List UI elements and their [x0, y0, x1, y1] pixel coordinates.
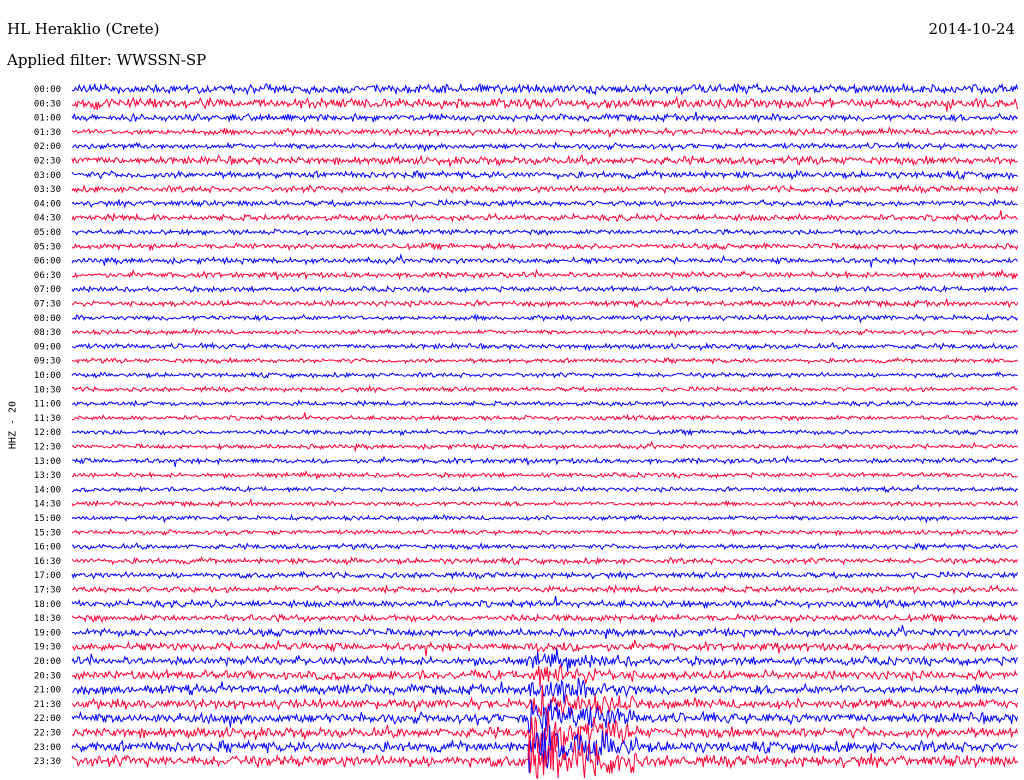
trace-row	[71, 198, 1018, 209]
trace-row	[71, 513, 1018, 524]
row-label: 20:30	[34, 671, 61, 681]
trace-row	[71, 82, 1019, 96]
row-label: 03:00	[34, 171, 61, 181]
row-label: 21:00	[34, 686, 61, 696]
row-label: 15:00	[34, 514, 61, 524]
trace-row	[71, 111, 1018, 124]
trace-row	[71, 556, 1019, 567]
trace-row	[71, 440, 1018, 453]
row-label: 11:30	[34, 414, 61, 424]
trace-row	[71, 570, 1019, 581]
helicorder-plot: 00:00 00:30 01:00 01:30 02:00 02:30 03:00 03:30…	[34, 82, 1019, 779]
row-label: 12:30	[34, 443, 61, 453]
trace-row	[71, 126, 1018, 138]
row-label: 07:00	[34, 285, 61, 295]
row-label: 16:00	[34, 543, 61, 553]
trace-row	[71, 595, 1019, 610]
trace-row	[71, 612, 1018, 624]
trace-row	[71, 664, 1018, 687]
trace-row	[71, 528, 1018, 537]
trace-row	[71, 169, 1018, 181]
trace-row	[71, 141, 1018, 152]
row-label: 20:00	[34, 657, 61, 667]
trace-row	[71, 412, 1019, 422]
traces	[71, 82, 1019, 779]
trace-row	[71, 153, 1018, 169]
trace-row	[71, 371, 1018, 380]
row-labels: 00:00 00:30 01:00 01:30 02:00 02:30 03:00 03:30…	[34, 85, 61, 767]
row-label: 10:00	[34, 371, 61, 381]
row-label: 23:30	[34, 757, 61, 767]
row-label: 00:30	[34, 99, 61, 109]
trace-row	[71, 470, 1018, 481]
row-label: 05:30	[34, 242, 61, 252]
row-label: 22:30	[34, 729, 61, 739]
trace-row	[71, 454, 1018, 467]
row-label: 18:30	[34, 614, 61, 624]
row-label: 21:30	[34, 700, 61, 710]
row-label: 18:00	[34, 600, 61, 610]
trace-row	[71, 296, 1019, 309]
row-label: 01:30	[34, 128, 61, 138]
row-label: 06:00	[34, 257, 61, 267]
row-label: 09:30	[34, 357, 61, 367]
trace-row	[71, 341, 1019, 352]
trace-row	[71, 399, 1018, 408]
trace-row	[71, 327, 1018, 338]
trace-row	[71, 227, 1019, 237]
row-label: 09:00	[34, 342, 61, 352]
trace-row	[71, 253, 1019, 268]
trace-row	[71, 483, 1018, 494]
row-label: 13:00	[34, 457, 61, 467]
row-label: 17:30	[34, 586, 61, 596]
trace-row	[71, 542, 1018, 552]
row-label: 00:00	[34, 85, 61, 95]
row-label: 04:30	[34, 214, 61, 224]
trace-row	[71, 677, 1019, 704]
row-label: 14:00	[34, 485, 61, 495]
row-label: 10:30	[34, 385, 61, 395]
trace-row	[72, 312, 1019, 324]
trace-row	[72, 583, 1018, 595]
row-label: 19:30	[34, 643, 61, 653]
row-label: 14:30	[34, 500, 61, 510]
trace-row	[71, 384, 1018, 394]
trace-row	[71, 498, 1019, 508]
row-label: 01:00	[34, 114, 61, 124]
row-label: 02:00	[34, 142, 61, 152]
row-label: 19:00	[34, 628, 61, 638]
trace-row	[71, 428, 1019, 437]
row-label: 05:00	[34, 228, 61, 238]
row-label: 23:00	[34, 743, 61, 753]
row-label: 13:30	[34, 471, 61, 481]
trace-row	[71, 210, 1018, 224]
trace-row	[71, 284, 1018, 294]
row-label: 08:00	[34, 314, 61, 324]
trace-row	[71, 356, 1018, 366]
row-label: 16:30	[34, 557, 61, 567]
row-label: 12:00	[34, 428, 61, 438]
trace-row	[71, 241, 1019, 252]
row-label: 02:30	[34, 157, 61, 167]
row-label: 07:30	[34, 300, 61, 310]
row-label: 04:00	[34, 199, 61, 209]
trace-row	[71, 183, 1019, 195]
row-label: 03:30	[34, 185, 61, 195]
row-label: 15:30	[34, 528, 61, 538]
row-label: 22:00	[34, 714, 61, 724]
trace-row	[71, 95, 1019, 112]
row-label: 06:30	[34, 271, 61, 281]
row-label: 08:30	[34, 328, 61, 338]
trace-row	[71, 624, 1018, 639]
trace-row	[71, 268, 1019, 281]
row-label: 17:00	[34, 571, 61, 581]
row-label: 11:00	[34, 400, 61, 410]
